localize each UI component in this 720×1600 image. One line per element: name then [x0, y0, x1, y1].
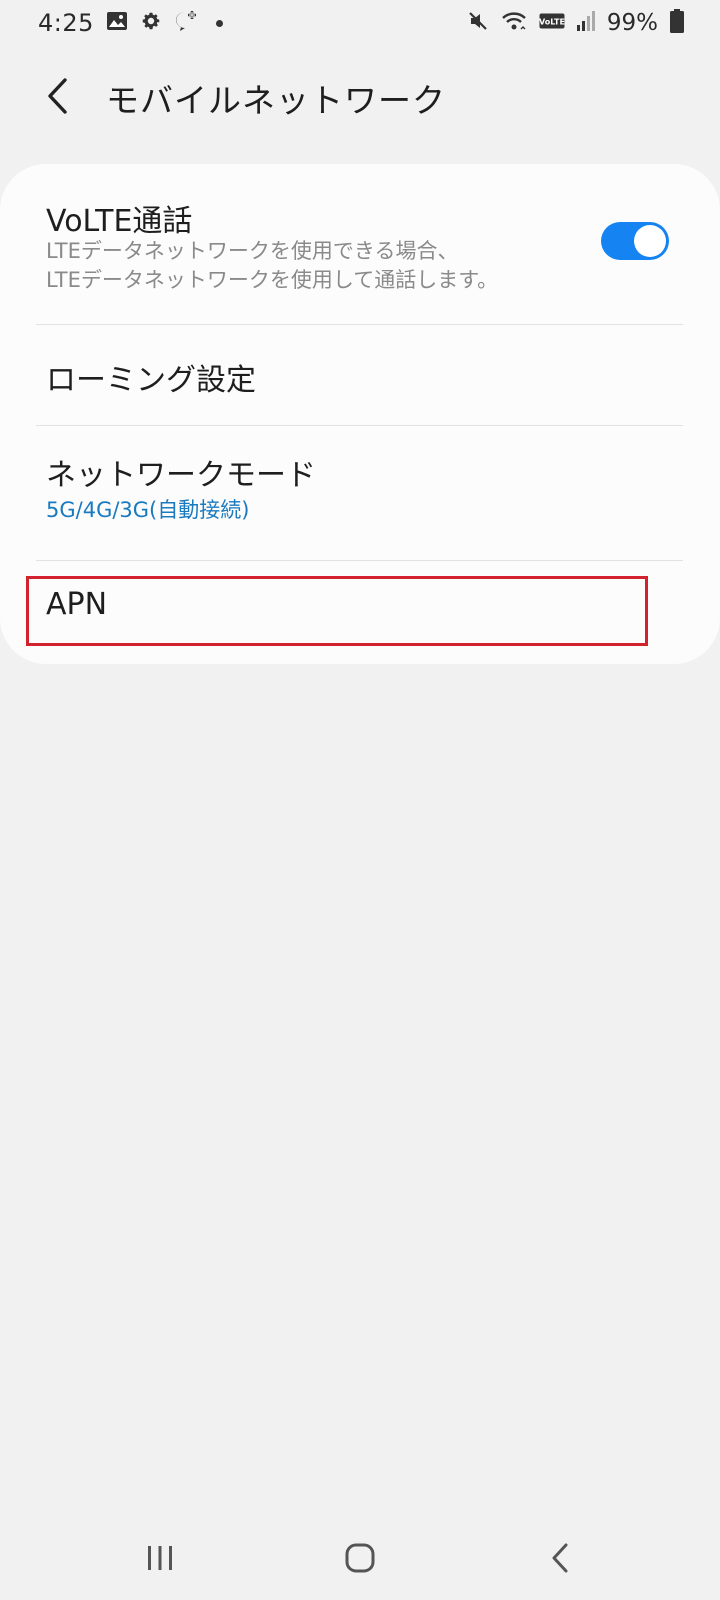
volte-title: VoLTE通話 [46, 204, 193, 239]
mute-icon [467, 10, 489, 36]
svg-text:VoLTE: VoLTE [539, 18, 565, 27]
home-icon [344, 1542, 376, 1578]
apn-highlight-box [26, 576, 648, 646]
app-header: モバイルネットワーク [0, 62, 720, 134]
battery-icon [670, 9, 684, 37]
roaming-title: ローミング設定 [46, 363, 256, 398]
volte-subtitle-line1: LTEデータネットワークを使用できる場合、 [46, 239, 459, 263]
toggle-knob [634, 225, 666, 257]
wifi-icon [501, 10, 527, 36]
status-bar-right: VoLTE 99% [467, 9, 684, 37]
home-button[interactable] [300, 1520, 420, 1600]
volte-row[interactable]: VoLTE通話 LTEデータネットワークを使用できる場合、 LTEデータネットワ… [0, 164, 720, 324]
recent-apps-button[interactable] [100, 1520, 220, 1600]
network-mode-value: 5G/4G/3G(自動接続) [46, 498, 250, 522]
chat-plus-icon [174, 10, 198, 36]
back-button[interactable] [18, 62, 98, 134]
notification-dot [215, 19, 223, 27]
volte-toggle[interactable] [601, 222, 669, 260]
volte-subtitle-line2: LTEデータネットワークを使用して通話します。 [46, 268, 499, 292]
roaming-row[interactable]: ローミング設定 [0, 325, 720, 425]
network-mode-row[interactable]: ネットワークモード 5G/4G/3G(自動接続) [0, 426, 720, 554]
signal-icon [576, 11, 595, 35]
status-bar: 4:25 VoLTE 99% [0, 0, 720, 46]
status-bar-left: 4:25 [38, 9, 223, 37]
nav-back-button[interactable] [500, 1520, 620, 1600]
chevron-left-icon [43, 77, 73, 119]
volte-icon: VoLTE [539, 13, 565, 33]
network-mode-title: ネットワークモード [46, 458, 316, 493]
battery-percent: 99% [606, 10, 658, 36]
page-title: モバイルネットワーク [106, 81, 446, 120]
recent-apps-icon [145, 1544, 175, 1576]
back-icon [548, 1542, 572, 1578]
image-icon [106, 11, 128, 35]
status-time: 4:25 [38, 9, 94, 37]
navigation-bar [0, 1520, 720, 1600]
gear-icon [140, 10, 162, 36]
